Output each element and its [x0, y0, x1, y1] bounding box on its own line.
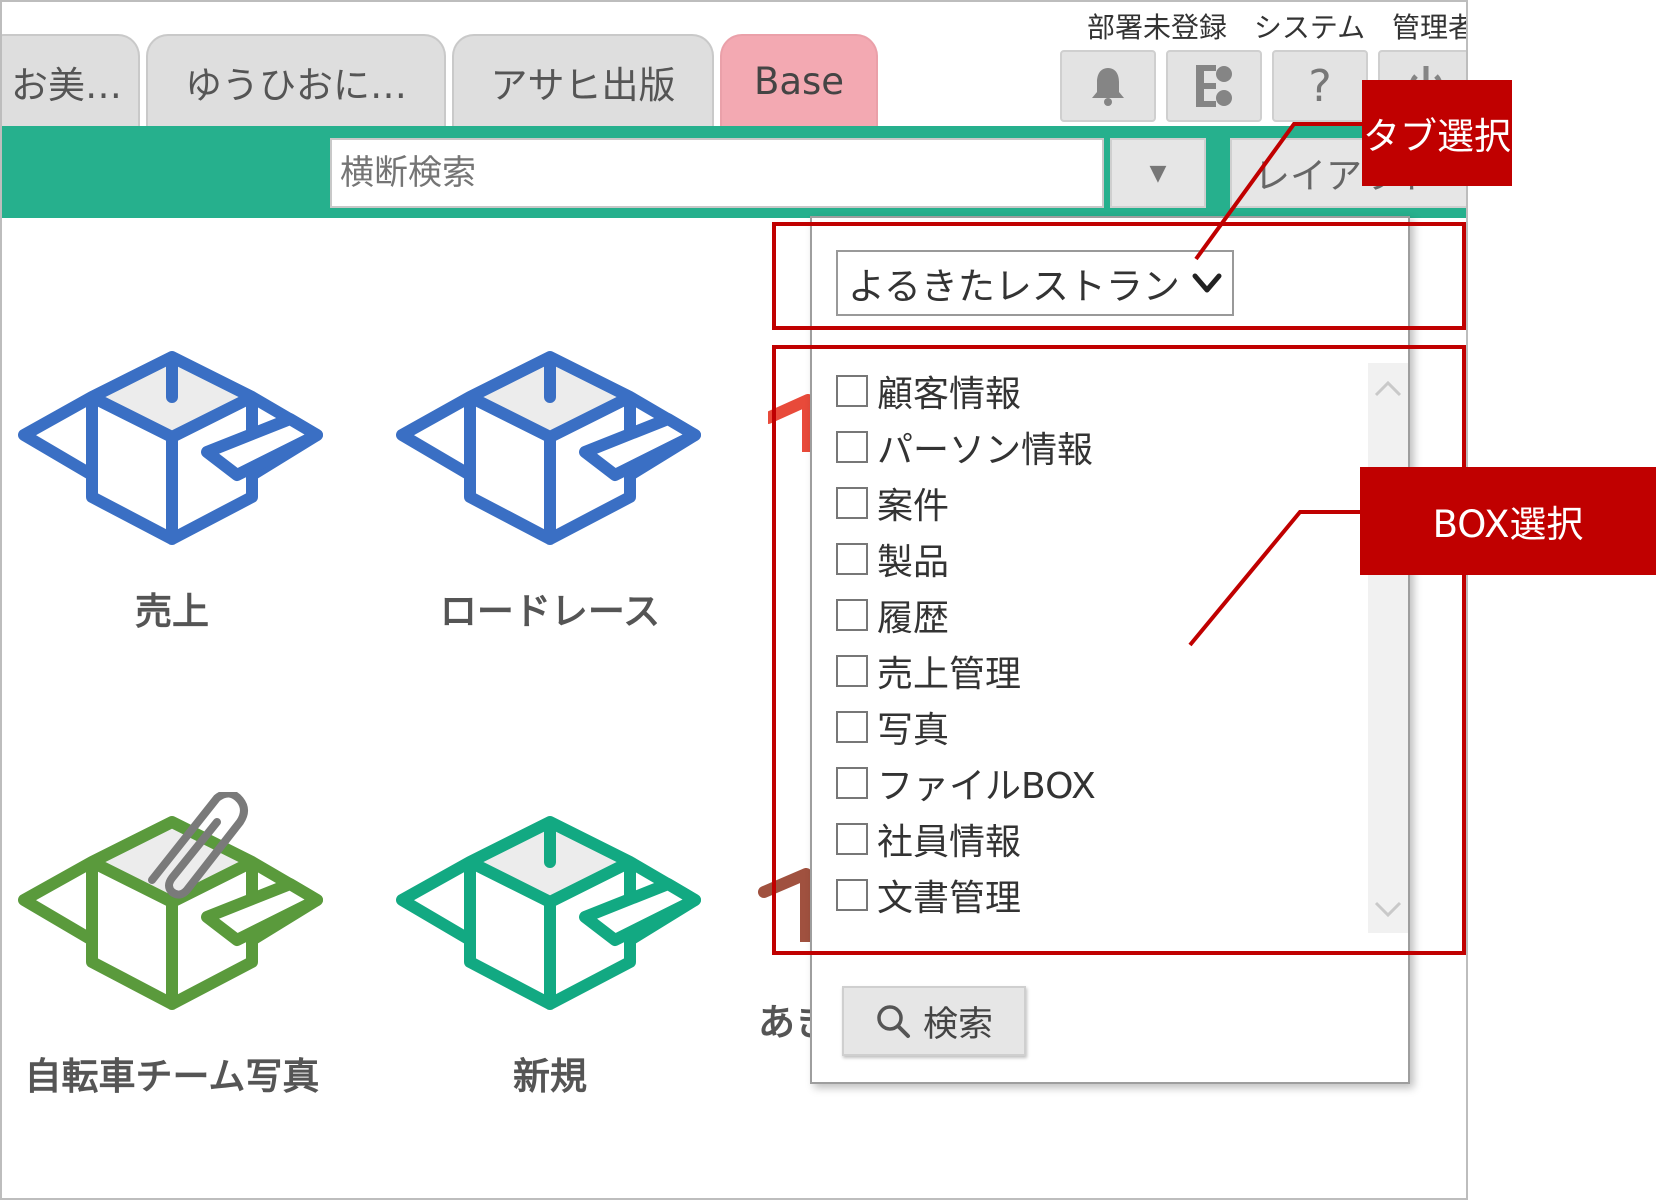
callout-text: タブ選択: [1363, 115, 1511, 158]
tab-select-callout: タブ選択: [1362, 80, 1512, 186]
box-select-callout: BOX選択: [1360, 467, 1656, 575]
callout-text: BOX選択: [1432, 503, 1584, 546]
